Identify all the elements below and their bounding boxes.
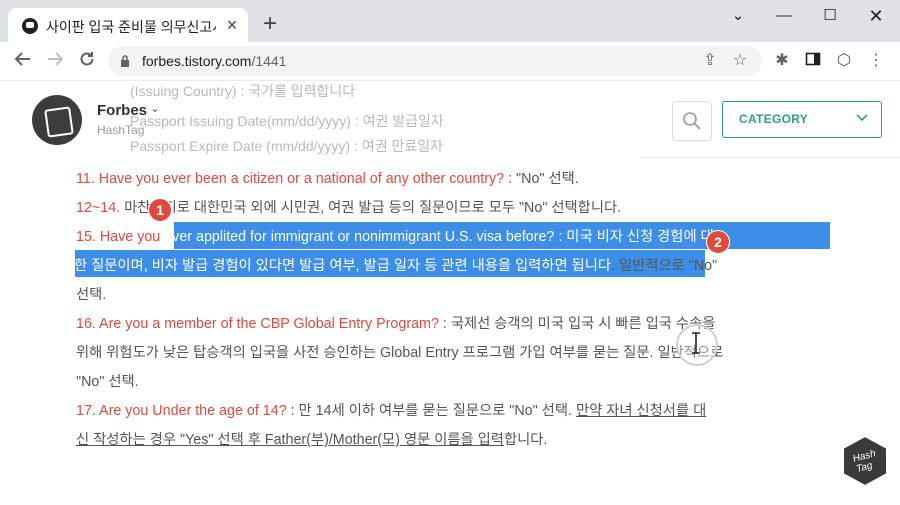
chevron-down-icon[interactable]: ⌄ — [150, 101, 160, 115]
address-bar[interactable]: forbes.tistory.com/1441 ⇪ ☆ — [108, 46, 762, 76]
question-16-line3: "No" 선택. — [76, 374, 139, 390]
blog-tagline: HashTag — [97, 123, 145, 137]
back-arrow-icon[interactable] — [12, 50, 34, 72]
url-text: forbes.tistory.com/1441 — [142, 53, 287, 69]
site-favicon-icon — [22, 18, 38, 34]
blog-logo[interactable] — [32, 95, 82, 145]
question-15-line3: 선택. — [76, 287, 107, 303]
question-12-14: 12~14. 마찬가지로 대한민국 외에 시민권, 여권 발급 등의 질문이므로… — [76, 200, 622, 216]
tab-search-chevron-icon[interactable]: ⌄ — [716, 4, 760, 28]
maximize-button[interactable]: ☐ — [808, 4, 852, 28]
browser-tab[interactable]: 사이판 입국 준비물 의무신고서( × — [8, 8, 248, 42]
search-icon — [683, 112, 701, 130]
text-cursor-highlight — [676, 324, 718, 366]
share-icon[interactable]: ⇪ — [700, 51, 720, 71]
tab-close-icon[interactable]: × — [222, 15, 242, 35]
extensions-puzzle-icon[interactable]: ✱ — [772, 51, 792, 71]
hashtag-corner-logo: Hash Tag — [842, 434, 888, 488]
close-window-button[interactable]: ✕ — [854, 4, 898, 28]
chevron-down-icon — [856, 114, 868, 122]
bookmark-star-icon[interactable]: ☆ — [730, 51, 750, 71]
category-dropdown[interactable]: CATEGORY — [722, 101, 882, 138]
profile-cube-icon[interactable]: ⬡ — [834, 51, 854, 71]
browser-toolbar: forbes.tistory.com/1441 ⇪ ☆ ✱ ⬡ ⋮ — [0, 42, 900, 81]
step-badge-1: 1 — [148, 198, 172, 222]
category-label: CATEGORY — [739, 112, 809, 126]
question-17: 17. Are you Under the age of 14? : 만 14세… — [76, 403, 707, 419]
text-cursor-icon — [692, 332, 700, 354]
blog-brand[interactable]: Forbes — [97, 102, 147, 119]
blog-header: Forbes ⌄ HashTag CATEGORY — [0, 81, 900, 157]
minimize-button[interactable]: — — [762, 4, 806, 28]
article-body: 11. Have you ever been a citizen or a na… — [74, 165, 816, 455]
lock-icon — [121, 55, 129, 67]
new-tab-button[interactable]: + — [258, 12, 282, 36]
question-15: 15. Have you ever applited for immigrant… — [76, 229, 714, 245]
forward-arrow-icon[interactable] — [44, 50, 66, 72]
question-11: 11. Have you ever been a citizen or a na… — [76, 171, 579, 187]
tab-title: 사이판 입국 준비물 의무신고서( — [46, 19, 216, 35]
page-content: (Issuing Country) : 국가를 입력합니다 Passport I… — [0, 81, 900, 505]
tab-strip: 사이판 입국 준비물 의무신고서( × + ⌄ — ☐ ✕ — [0, 0, 900, 42]
question-17-line2: 신 작성하는 경우 "Yes" 선택 후 Father(부)/Mother(모)… — [76, 432, 548, 448]
search-button[interactable] — [672, 101, 712, 141]
step-badge-2: 2 — [706, 230, 730, 254]
header-divider — [640, 157, 900, 158]
question-15-line2: 한 질문이며, 비자 발급 경험이 있다면 발급 여부, 발급 일자 등 관련 … — [74, 258, 718, 274]
side-panel-icon[interactable] — [803, 51, 823, 71]
reload-icon[interactable] — [76, 50, 98, 72]
menu-kebab-icon[interactable]: ⋮ — [866, 51, 886, 71]
